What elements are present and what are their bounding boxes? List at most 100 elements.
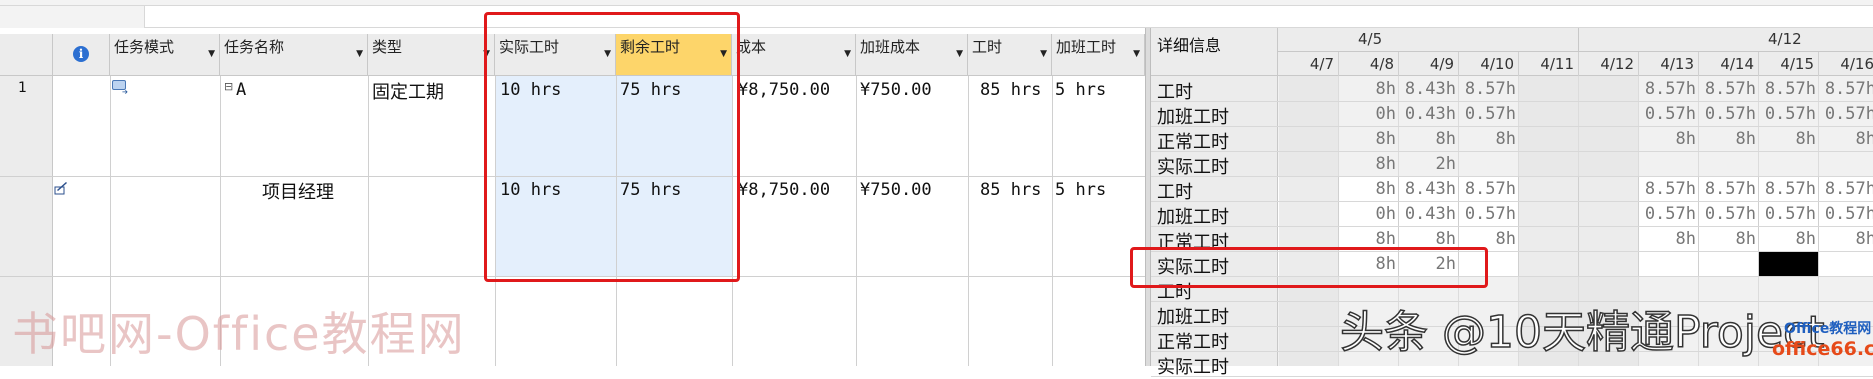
resource-name[interactable]: 项目经理 [262, 178, 334, 204]
detail-row-line [1151, 151, 1873, 152]
timephased-value[interactable]: 0h [1338, 104, 1396, 124]
day-label: 4/16 [1840, 55, 1873, 73]
timephased-value[interactable]: 8.57h [1458, 179, 1516, 199]
col-header-type[interactable]: 类型 ▼ [368, 34, 495, 76]
week-divider [1578, 28, 1579, 52]
timephased-value[interactable]: 8.57h [1638, 79, 1696, 99]
col-header-task-name[interactable]: 任务名称 ▼ [220, 34, 368, 76]
select-all-corner[interactable] [0, 34, 53, 76]
col-header-overtime-cost[interactable]: 加班成本 ▼ [856, 34, 968, 76]
day-label: 4/9 [1429, 55, 1454, 73]
timephased-value[interactable]: 8h [1338, 79, 1396, 99]
timephased-value[interactable]: 8h [1698, 229, 1756, 249]
timephased-value[interactable]: 0.57h [1758, 104, 1816, 124]
timephased-value[interactable]: 0.57h [1698, 204, 1756, 224]
col-header-overtime-work[interactable]: 加班工时 ▼ [1052, 34, 1145, 76]
timephased-value[interactable]: 0.57h [1818, 104, 1873, 124]
timephased-value[interactable]: 0.57h [1458, 204, 1516, 224]
timephased-value[interactable]: 8.57h [1458, 79, 1516, 99]
dropdown-arrow-icon[interactable]: ▼ [356, 49, 363, 59]
timephased-value[interactable]: 8h [1758, 229, 1816, 249]
timephased-value[interactable]: 0h [1338, 204, 1396, 224]
dropdown-arrow-icon[interactable]: ▼ [1040, 49, 1047, 59]
details-header[interactable]: 详细信息 [1151, 28, 1278, 76]
timephased-value[interactable]: 8.57h [1758, 179, 1816, 199]
dropdown-arrow-icon[interactable]: ▼ [1133, 49, 1140, 59]
watermark-left: 书吧网-Office教程网 [12, 307, 466, 361]
col-header-work[interactable]: 工时 ▼ [968, 34, 1052, 76]
work-cell[interactable]: 85 hrs [980, 80, 1041, 100]
timephased-value[interactable]: 8.57h [1818, 179, 1873, 199]
day-label: 4/8 [1369, 55, 1394, 73]
timephased-value[interactable]: 2h [1398, 154, 1456, 174]
timephased-value[interactable]: 8h [1638, 129, 1696, 149]
timephased-value[interactable]: 8.57h [1698, 79, 1756, 99]
timephased-value[interactable]: 8h [1698, 129, 1756, 149]
timephased-value[interactable]: 8.57h [1698, 179, 1756, 199]
timephased-value[interactable]: 0.57h [1458, 104, 1516, 124]
selected-cell[interactable] [1759, 252, 1818, 276]
overtime-work-cell[interactable]: 5 hrs [1055, 180, 1106, 200]
auto-schedule-arrow-icon: ➔ [122, 87, 129, 98]
timephased-value[interactable]: 8h [1818, 129, 1873, 149]
entry-bar[interactable] [145, 6, 1873, 28]
details-header-label: 详细信息 [1157, 36, 1222, 55]
overtime-cost-cell[interactable]: ¥750.00 [860, 80, 932, 100]
day-label: 4/12 [1600, 55, 1634, 73]
timephased-value[interactable]: 8.57h [1758, 79, 1816, 99]
timephased-value[interactable]: 8.57h [1638, 179, 1696, 199]
work-cell[interactable]: 85 hrs [980, 180, 1041, 200]
day-label: 4/11 [1540, 55, 1574, 73]
collapse-icon[interactable]: ⊟ [224, 80, 233, 93]
timephased-value[interactable]: 8h [1458, 229, 1516, 249]
annotation-box-actual-work-row [1130, 247, 1488, 288]
cost-cell[interactable]: ¥8,750.00 [738, 80, 830, 100]
timephased-value[interactable]: 8h [1338, 154, 1396, 174]
timephased-value[interactable]: 8h [1758, 129, 1816, 149]
detail-row-line [1151, 226, 1873, 227]
timephased-value[interactable]: 8h [1338, 229, 1396, 249]
timephased-value[interactable]: 8h [1818, 229, 1873, 249]
day-label: 4/10 [1480, 55, 1514, 73]
timephased-value[interactable]: 8h [1458, 129, 1516, 149]
timephased-value[interactable]: 8.43h [1398, 79, 1456, 99]
timephased-value[interactable]: 0.57h [1818, 204, 1873, 224]
entry-bar-left [0, 6, 145, 28]
timephased-value[interactable]: 0.43h [1398, 104, 1456, 124]
row-number[interactable]: 1 [18, 80, 27, 96]
day-label: 4/14 [1720, 55, 1754, 73]
logo-bottom-text: office66.cn [1772, 338, 1873, 360]
task-type[interactable]: 固定工期 [372, 78, 444, 104]
task-name-a[interactable]: A [236, 80, 246, 100]
indicators-header[interactable]: i [53, 34, 110, 76]
day-label: 4/7 [1309, 55, 1334, 73]
timephased-value[interactable]: 8.43h [1398, 179, 1456, 199]
timephased-value[interactable]: 8h [1338, 129, 1396, 149]
info-icon: i [73, 46, 89, 62]
office66-logo: Office教程网 office66.cn [1770, 318, 1873, 366]
annotation-box-columns [484, 12, 740, 282]
detail-row-line [1151, 101, 1873, 102]
overtime-cost-cell[interactable]: ¥750.00 [860, 180, 932, 200]
detail-row-line [1151, 176, 1873, 177]
timephased-value[interactable]: 8h [1398, 129, 1456, 149]
dropdown-arrow-icon[interactable]: ▼ [208, 49, 215, 59]
timephased-value[interactable]: 0.57h [1758, 204, 1816, 224]
timephased-value[interactable]: 0.43h [1398, 204, 1456, 224]
timephased-value[interactable]: 8h [1638, 229, 1696, 249]
timephased-value[interactable]: 8.57h [1818, 79, 1873, 99]
dropdown-arrow-icon[interactable]: ▼ [844, 49, 851, 59]
timephased-value[interactable]: 0.57h [1638, 204, 1696, 224]
timephased-value[interactable]: 8h [1398, 229, 1456, 249]
overtime-work-cell[interactable]: 5 hrs [1055, 80, 1106, 100]
resource-notes-icon[interactable] [54, 180, 68, 195]
timephased-value[interactable]: 8h [1338, 179, 1396, 199]
dropdown-arrow-icon[interactable]: ▼ [956, 49, 963, 59]
timephased-value[interactable]: 0.57h [1698, 104, 1756, 124]
timephased-value[interactable]: 0.57h [1638, 104, 1696, 124]
cost-cell[interactable]: ¥8,750.00 [738, 180, 830, 200]
col-header-cost[interactable]: 成本 ▼ [732, 34, 856, 76]
logo-top-text: Office教程网 [1784, 321, 1872, 337]
watermark-right: 头条 @10天精通Project [1339, 306, 1825, 359]
col-header-task-mode[interactable]: 任务模式 ▼ [110, 34, 220, 76]
